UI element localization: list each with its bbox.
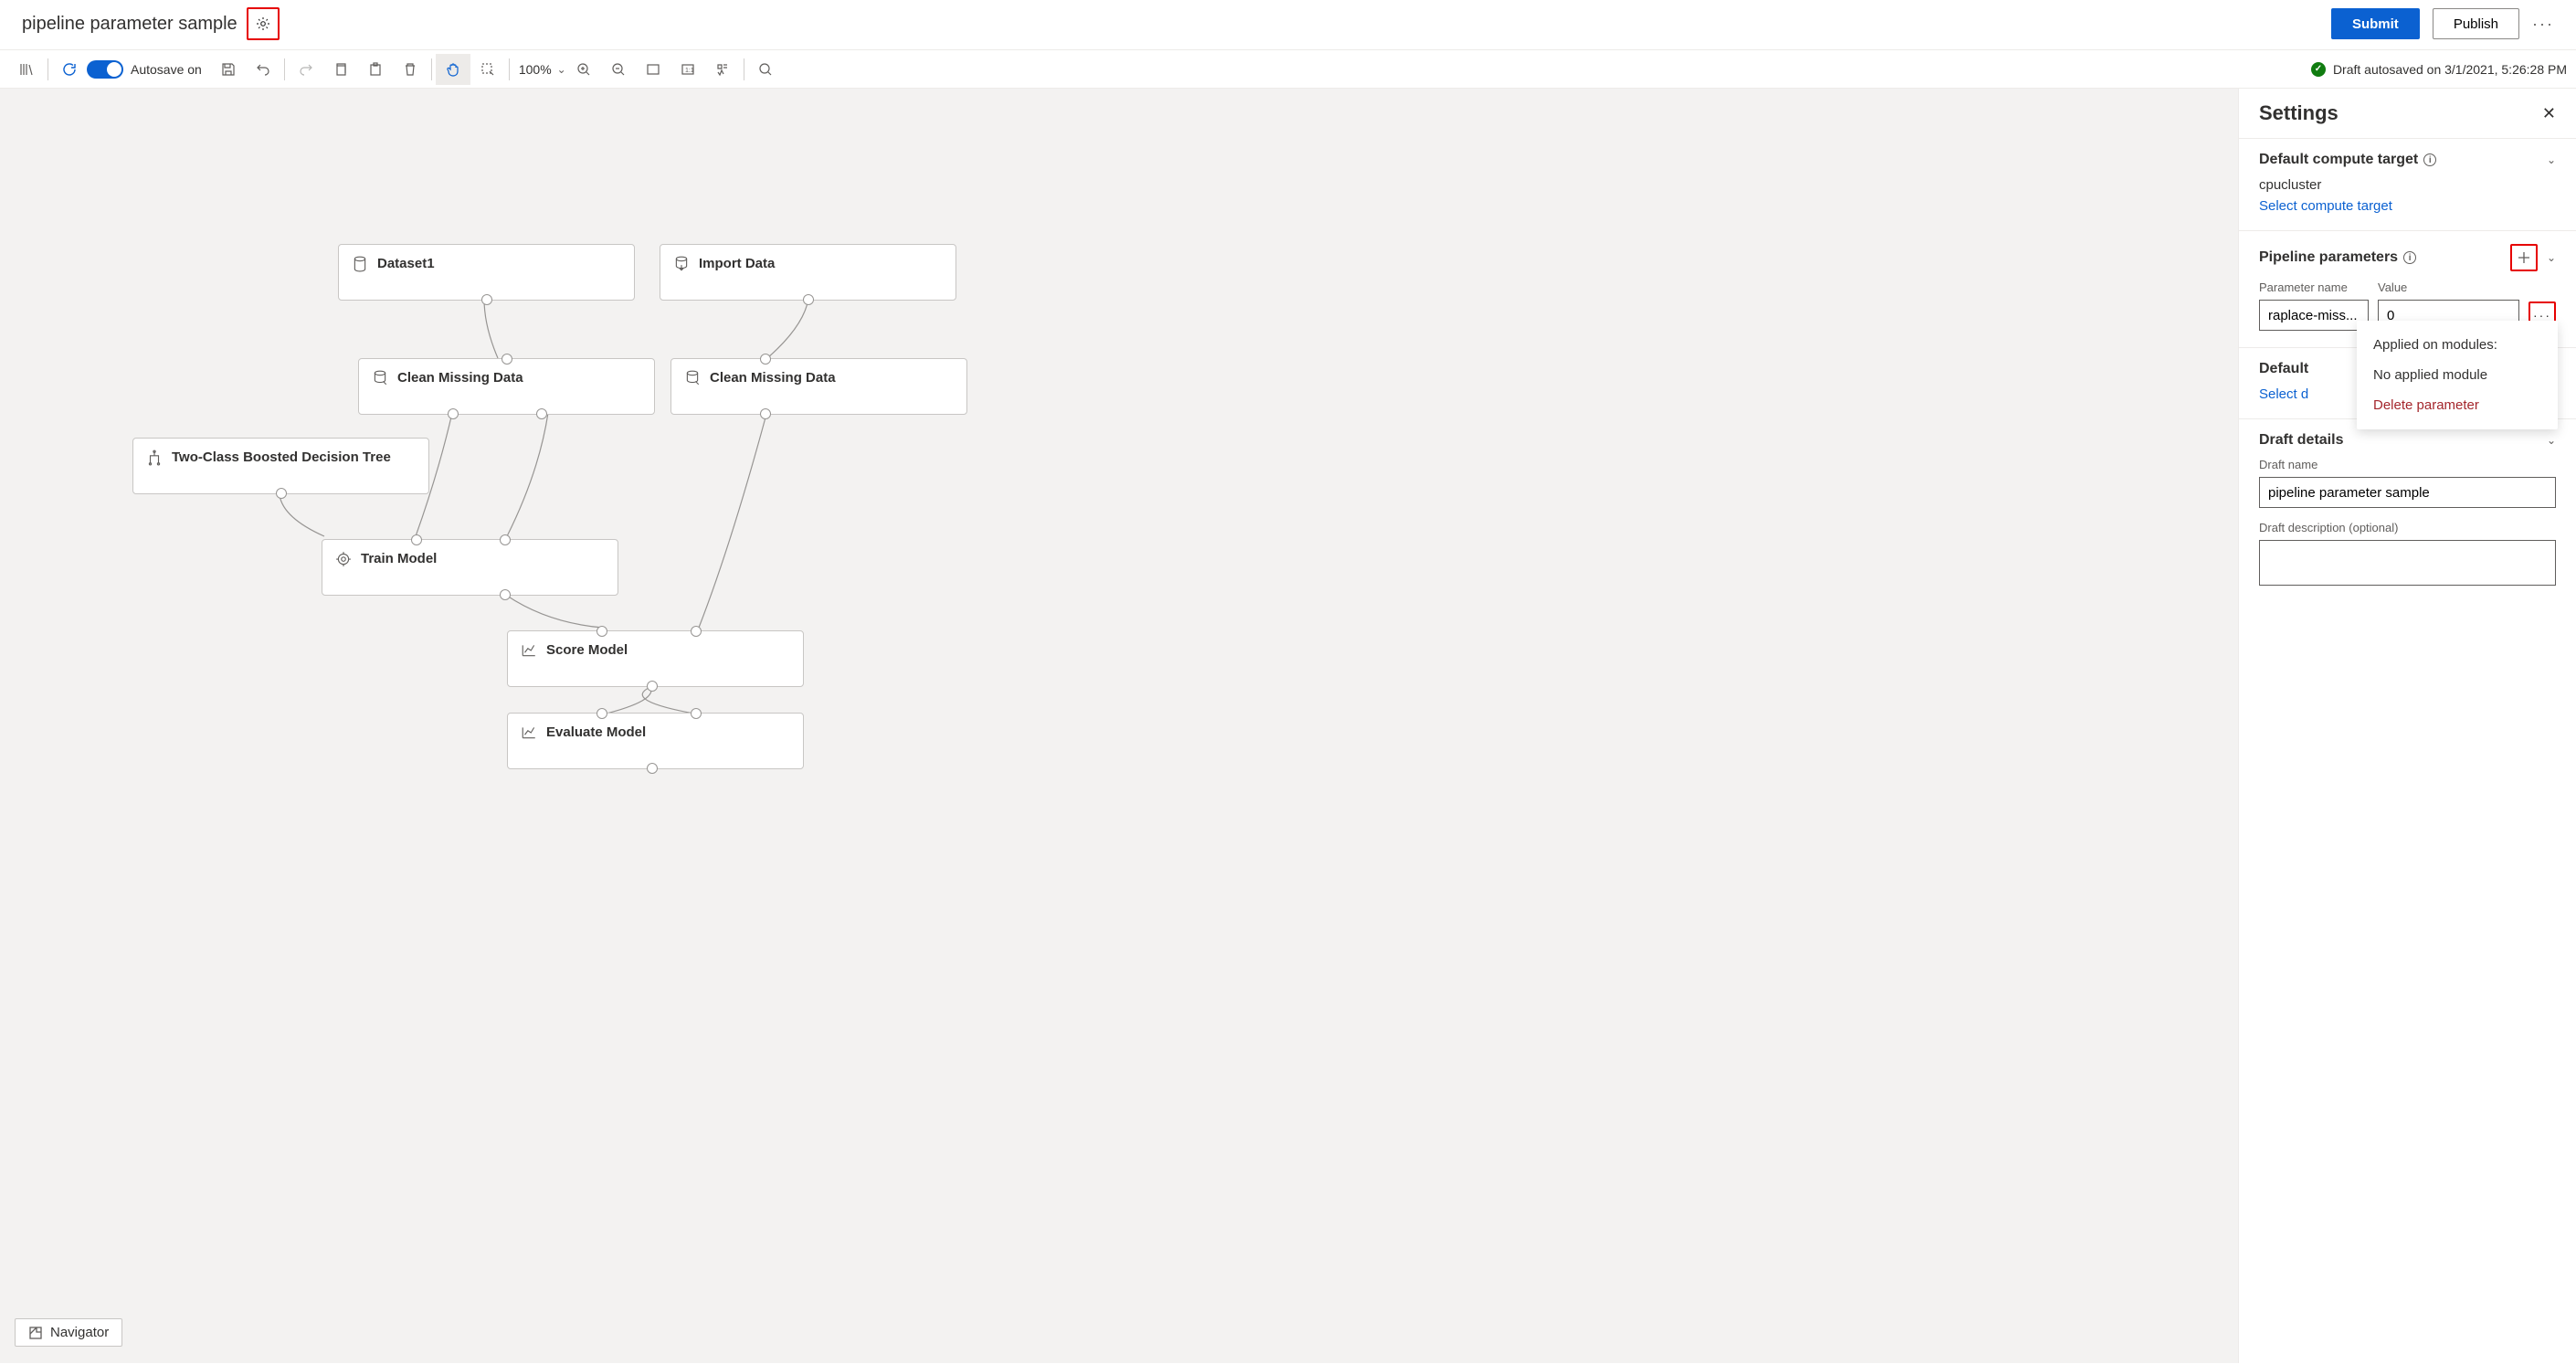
datastore-title: Default	[2259, 361, 2308, 377]
draft-desc-label: Draft description (optional)	[2259, 521, 2556, 534]
node-label: Evaluate Model	[546, 724, 646, 740]
plus-icon	[2517, 250, 2531, 265]
settings-header: Settings ✕	[2239, 89, 2576, 139]
select-compute-link[interactable]: Select compute target	[2259, 198, 2392, 214]
draft-desc-input[interactable]	[2259, 540, 2556, 586]
param-name-input[interactable]	[2259, 300, 2369, 331]
library-icon[interactable]	[9, 54, 44, 85]
svg-text:1:1: 1:1	[685, 68, 694, 74]
select-datastore-link[interactable]: Select d	[2259, 386, 2308, 402]
clean-icon	[372, 370, 388, 386]
main-area: Dataset1 Import Data Clean Missing Data …	[0, 89, 2576, 1363]
toolbar: Autosave on 100% ⌄ 1:1 Draft autosaved o…	[0, 50, 2576, 89]
node-train-model[interactable]: Train Model	[322, 539, 618, 596]
status-success-icon	[2311, 62, 2326, 77]
status-text: Draft autosaved on 3/1/2021, 5:26:28 PM	[2333, 62, 2567, 77]
node-clean-1[interactable]: Clean Missing Data	[358, 358, 655, 415]
actual-size-icon[interactable]: 1:1	[670, 54, 705, 85]
header-right: Submit Publish ···	[2331, 8, 2554, 39]
info-icon[interactable]: i	[2423, 153, 2436, 166]
zoom-level[interactable]: 100%	[513, 62, 557, 77]
zoom-in-icon[interactable]	[566, 54, 601, 85]
zoom-chevron[interactable]: ⌄	[557, 63, 566, 76]
delete-icon[interactable]	[393, 54, 428, 85]
page-header: pipeline parameter sample Submit Publish…	[0, 0, 2576, 50]
database-icon	[352, 256, 368, 272]
param-context-menu: Applied on modules: No applied module De…	[2357, 321, 2558, 429]
pan-icon[interactable]	[436, 54, 470, 85]
popup-applied-label: Applied on modules:	[2357, 330, 2558, 360]
info-icon[interactable]: i	[2403, 251, 2416, 264]
toolbar-left: Autosave on 100% ⌄ 1:1	[9, 54, 783, 85]
node-clean-2[interactable]: Clean Missing Data	[670, 358, 967, 415]
autosave-toggle[interactable]	[87, 60, 123, 79]
draft-title: Draft details	[2259, 432, 2343, 449]
params-title: Pipeline parameters i	[2259, 249, 2416, 266]
node-score-model[interactable]: Score Model	[507, 630, 804, 687]
node-label: Import Data	[699, 256, 775, 271]
refresh-icon[interactable]	[52, 54, 87, 85]
copy-icon[interactable]	[323, 54, 358, 85]
draft-name-label: Draft name	[2259, 458, 2556, 471]
header-left: pipeline parameter sample	[22, 7, 280, 40]
chevron-down-icon[interactable]: ⌄	[2547, 153, 2556, 166]
draft-name-input[interactable]	[2259, 477, 2556, 508]
zoom-out-icon[interactable]	[601, 54, 636, 85]
evaluate-icon	[521, 724, 537, 741]
add-parameter-button[interactable]	[2510, 244, 2538, 271]
node-label: Score Model	[546, 642, 628, 658]
params-section: Pipeline parameters i ⌄ Parameter name V…	[2239, 231, 2576, 348]
compute-section: Default compute target i ⌄ cpucluster Se…	[2239, 139, 2576, 231]
navigator-button[interactable]: Navigator	[15, 1318, 122, 1347]
gear-icon	[256, 16, 270, 31]
import-icon	[673, 256, 690, 272]
parameter-row: Parameter name Value ··· Applied on modu…	[2259, 280, 2556, 331]
param-value-label: Value	[2378, 280, 2519, 294]
canvas[interactable]: Dataset1 Import Data Clean Missing Data …	[0, 89, 2238, 1363]
popup-delete-param[interactable]: Delete parameter	[2357, 390, 2558, 420]
search-icon[interactable]	[748, 54, 783, 85]
node-import-data[interactable]: Import Data	[660, 244, 956, 301]
submit-button[interactable]: Submit	[2331, 8, 2420, 39]
node-evaluate-model[interactable]: Evaluate Model	[507, 713, 804, 769]
node-label: Two-Class Boosted Decision Tree	[172, 449, 391, 465]
tree-icon	[146, 449, 163, 466]
node-label: Clean Missing Data	[710, 370, 836, 386]
pipeline-title[interactable]: pipeline parameter sample	[22, 14, 238, 35]
compute-value: cpucluster	[2259, 177, 2556, 193]
settings-gear-highlight[interactable]	[247, 7, 280, 40]
more-icon[interactable]: ···	[2532, 15, 2554, 34]
node-label: Dataset1	[377, 256, 435, 271]
fit-icon[interactable]	[636, 54, 670, 85]
chevron-down-icon[interactable]: ⌄	[2547, 434, 2556, 447]
node-two-class-tree[interactable]: Two-Class Boosted Decision Tree	[132, 438, 429, 494]
toolbar-status: Draft autosaved on 3/1/2021, 5:26:28 PM	[2311, 62, 2567, 77]
pipeline-edges	[0, 89, 2238, 1363]
node-label: Clean Missing Data	[397, 370, 523, 386]
node-dataset1[interactable]: Dataset1	[338, 244, 635, 301]
param-name-label: Parameter name	[2259, 280, 2369, 294]
undo-icon[interactable]	[246, 54, 280, 85]
navigator-label: Navigator	[50, 1325, 109, 1340]
paste-icon[interactable]	[358, 54, 393, 85]
save-icon[interactable]	[211, 54, 246, 85]
close-icon[interactable]: ✕	[2542, 104, 2556, 123]
settings-panel: Settings ✕ Default compute target i ⌄ cp…	[2238, 89, 2576, 1363]
clean-icon	[684, 370, 701, 386]
select-icon[interactable]	[470, 54, 505, 85]
navigator-icon	[28, 1326, 43, 1340]
train-icon	[335, 551, 352, 567]
node-label: Train Model	[361, 551, 437, 566]
draft-section: Draft details ⌄ Draft name Draft descrip…	[2239, 419, 2576, 605]
auto-layout-icon[interactable]	[705, 54, 740, 85]
compute-title: Default compute target i	[2259, 152, 2436, 168]
score-icon	[521, 642, 537, 659]
settings-title: Settings	[2259, 101, 2338, 125]
chevron-down-icon[interactable]: ⌄	[2547, 251, 2556, 264]
publish-button[interactable]: Publish	[2433, 8, 2519, 39]
popup-no-module: No applied module	[2357, 360, 2558, 390]
autosave-label: Autosave on	[131, 62, 202, 77]
redo-icon[interactable]	[289, 54, 323, 85]
